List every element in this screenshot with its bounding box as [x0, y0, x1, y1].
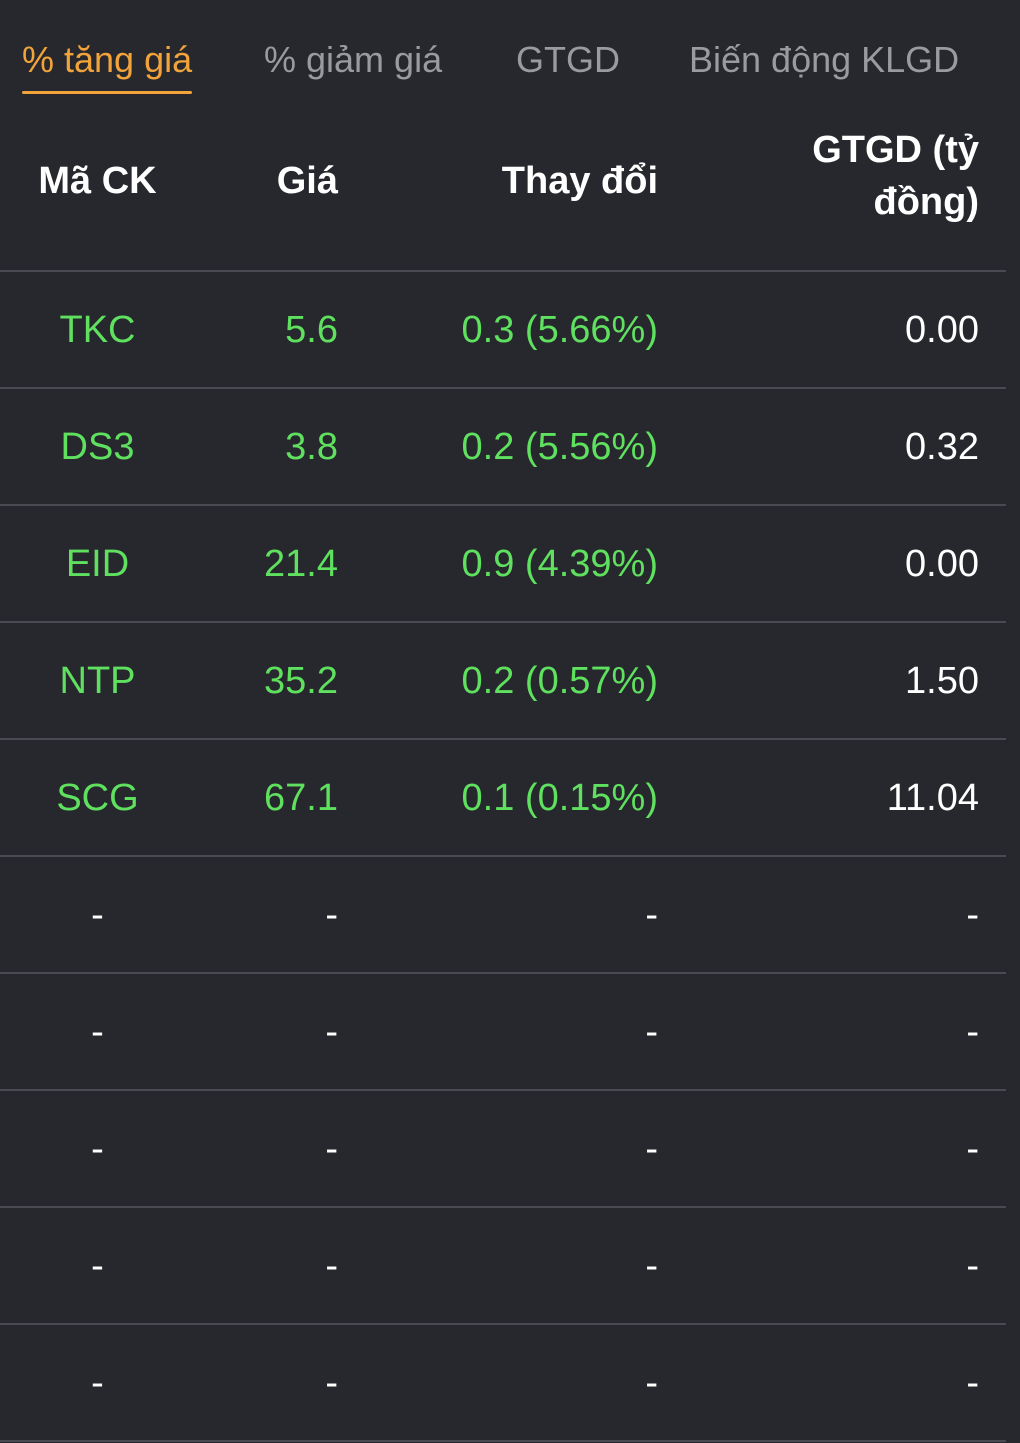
header-trading-value-line1: GTGD (tỷ	[812, 129, 979, 171]
table-row[interactable]: EID 21.4 0.9 (4.39%) 0.00	[0, 506, 1006, 623]
cell-trading-value: 0.32	[905, 426, 979, 468]
cell-code: -	[91, 1245, 104, 1287]
tab-trading-value[interactable]: GTGD	[516, 38, 620, 82]
cell-change: 0.1 (0.15%)	[461, 777, 658, 819]
cell-code: -	[91, 1362, 104, 1404]
cell-code: SCG	[56, 777, 139, 819]
cell-code: -	[91, 1128, 104, 1170]
cell-code: EID	[65, 543, 130, 585]
cell-price: 3.8	[285, 426, 338, 468]
table-row[interactable]: NTP 35.2 0.2 (0.57%) 1.50	[0, 623, 1006, 740]
table-row[interactable]: DS3 3.8 0.2 (5.56%) 0.32	[0, 389, 1006, 506]
cell-change: -	[645, 1011, 658, 1053]
cell-price: -	[325, 1245, 338, 1287]
table-row-empty: - - - -	[0, 974, 1006, 1091]
cell-trading-value: 0.00	[905, 543, 979, 585]
tab-top-losers[interactable]: % giảm giá	[264, 38, 442, 82]
cell-change: 0.2 (5.56%)	[461, 426, 658, 468]
cell-code: -	[91, 1011, 104, 1053]
cell-trading-value: 0.00	[905, 309, 979, 351]
cell-change: -	[645, 1128, 658, 1170]
cell-trading-value: 1.50	[905, 660, 979, 702]
header-code: Mã CK	[38, 160, 157, 202]
cell-code: NTP	[59, 660, 136, 702]
header-trading-value: GTGD (tỷ đồng)	[700, 124, 979, 228]
cell-change: -	[645, 1362, 658, 1404]
cell-trading-value: 11.04	[886, 777, 979, 819]
cell-trading-value: -	[966, 894, 979, 936]
cell-price: -	[325, 1362, 338, 1404]
table-row[interactable]: TKC 5.6 0.3 (5.66%) 0.00	[0, 272, 1006, 389]
tab-top-gainers[interactable]: % tăng giá	[22, 38, 193, 94]
cell-price: -	[325, 1011, 338, 1053]
cell-trading-value: -	[966, 1128, 979, 1170]
header-trading-value-line2: đồng)	[873, 181, 979, 223]
table-row-empty: - - - -	[0, 1091, 1006, 1208]
stock-table: Mã CK Giá Thay đổi GTGD (tỷ đồng) TKC 5.…	[0, 112, 1006, 1442]
cell-price: -	[325, 1128, 338, 1170]
cell-trading-value: -	[966, 1362, 979, 1404]
cell-trading-value: -	[966, 1245, 979, 1287]
table-row-empty: - - - -	[0, 857, 1006, 974]
table-row-empty: - - - -	[0, 1325, 1006, 1442]
cell-price: 67.1	[264, 777, 338, 819]
cell-change: -	[645, 894, 658, 936]
cell-price: 5.6	[285, 309, 338, 351]
header-price: Giá	[276, 160, 338, 202]
cell-code: -	[91, 894, 104, 936]
cell-change: 0.2 (0.57%)	[461, 660, 658, 702]
cell-price: -	[325, 894, 338, 936]
cell-code: TKC	[59, 309, 136, 351]
cell-trading-value: -	[966, 1011, 979, 1053]
cell-change: 0.3 (5.66%)	[461, 309, 658, 351]
cell-price: 21.4	[264, 543, 338, 585]
cell-code: DS3	[60, 426, 135, 468]
table-row[interactable]: SCG 67.1 0.1 (0.15%) 11.04	[0, 740, 1006, 857]
cell-change: -	[645, 1245, 658, 1287]
cell-price: 35.2	[264, 660, 338, 702]
header-change: Thay đổi	[501, 160, 658, 202]
table-row-empty: - - - -	[0, 1208, 1006, 1325]
tab-bar: % tăng giá % giảm giá GTGD Biến động KLG…	[0, 0, 1020, 112]
table-header: Mã CK Giá Thay đổi GTGD (tỷ đồng)	[0, 112, 1006, 272]
tab-volume-change[interactable]: Biến động KLGD	[689, 38, 959, 82]
cell-change: 0.9 (4.39%)	[461, 543, 658, 585]
